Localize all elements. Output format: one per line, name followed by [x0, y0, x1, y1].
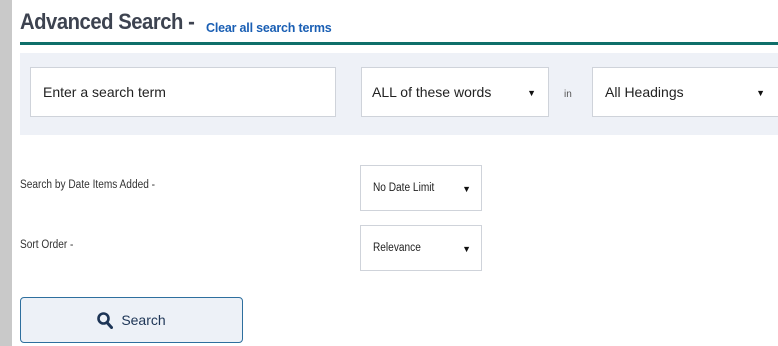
date-added-label: Search by Date Items Added - [20, 179, 156, 191]
sort-order-select[interactable]: Relevance ▼ [360, 225, 482, 271]
search-term-input[interactable] [30, 67, 336, 117]
match-mode-select[interactable]: ALL of these words ▼ [361, 67, 549, 117]
in-label: in [564, 89, 572, 100]
title-divider [20, 42, 778, 45]
date-added-value: No Date Limit [373, 182, 435, 194]
date-added-select[interactable]: No Date Limit ▼ [360, 165, 482, 211]
match-mode-value: ALL of these words [372, 84, 492, 100]
title-row: Advanced Search - Clear all search terms [20, 9, 332, 35]
advanced-search-panel: Advanced Search - Clear all search terms… [12, 0, 778, 346]
sort-order-label: Sort Order - [20, 239, 74, 251]
chevron-down-icon: ▼ [756, 88, 765, 98]
chevron-down-icon: ▼ [462, 244, 471, 254]
chevron-down-icon: ▼ [527, 88, 536, 98]
page-title: Advanced Search - [20, 9, 195, 34]
search-term-band: ALL of these words ▼ in All Headings ▼ [20, 53, 778, 135]
sort-order-value: Relevance [373, 242, 421, 254]
search-button-label: Search [121, 312, 166, 328]
search-field-select[interactable]: All Headings ▼ [592, 67, 778, 117]
magnifier-icon [97, 311, 114, 329]
search-field-value: All Headings [605, 84, 684, 100]
chevron-down-icon: ▼ [462, 184, 471, 194]
search-button[interactable]: Search [20, 297, 243, 343]
clear-search-terms-link[interactable]: Clear all search terms [206, 21, 332, 35]
